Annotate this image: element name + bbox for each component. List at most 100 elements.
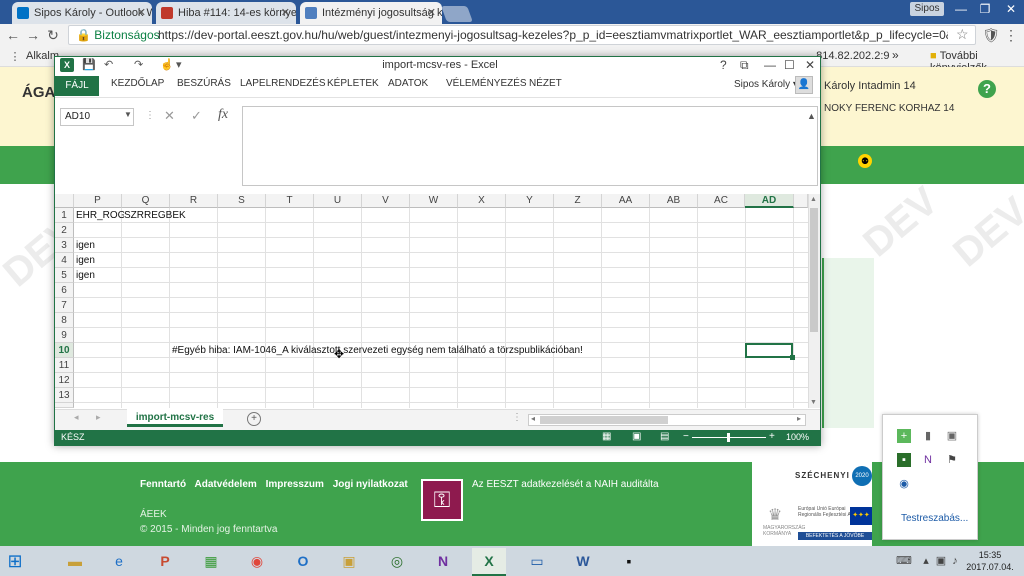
column-header[interactable]: W <box>410 194 458 208</box>
tab-file[interactable]: FÁJL <box>55 76 99 96</box>
cell-P5[interactable]: igen <box>74 268 95 283</box>
row-header[interactable]: 13 <box>55 388 74 403</box>
column-header-selected[interactable]: AD <box>745 194 794 208</box>
fill-handle[interactable] <box>790 355 795 360</box>
page-layout-view-icon[interactable]: ▣ <box>632 431 641 442</box>
outlook-taskbar-icon[interactable]: O <box>286 548 320 574</box>
row-header[interactable]: 3 <box>55 238 74 253</box>
active-cell-selection[interactable] <box>745 343 793 358</box>
excel-maximize-button[interactable]: ☐ <box>784 58 795 72</box>
cell-P4[interactable]: igen <box>74 253 95 268</box>
minimize-window-button[interactable]: — <box>948 0 974 20</box>
formula-bar-input[interactable] <box>242 106 818 186</box>
cell-Q1[interactable]: SZRREGBEK <box>122 208 186 223</box>
cell-P3[interactable]: igen <box>74 238 95 253</box>
tray-expand-icon[interactable]: ▴ <box>918 548 934 574</box>
tray-customize-link[interactable]: Testreszabás... <box>901 513 968 524</box>
column-header[interactable]: Z <box>554 194 602 208</box>
row-header[interactable]: 5 <box>55 268 74 283</box>
scroll-up-icon[interactable]: ▲ <box>810 196 817 203</box>
onenote-icon[interactable]: N <box>426 548 460 574</box>
scroll-left-icon[interactable]: ◂ <box>531 414 535 423</box>
close-icon[interactable]: ✕ <box>137 2 146 24</box>
start-button[interactable]: ⊞ <box>4 550 26 572</box>
remote-desktop-icon[interactable]: ▭ <box>520 548 554 574</box>
zoom-out-icon[interactable]: − <box>683 431 689 442</box>
tray-onenote-icon[interactable]: N <box>921 453 935 467</box>
word-icon[interactable]: W <box>566 548 600 574</box>
cell-P1[interactable]: EHR_ROGZ <box>74 208 124 223</box>
sheet-tab[interactable]: import-mcsv-res <box>127 409 223 427</box>
excel-minimize-button[interactable]: — <box>764 58 776 72</box>
zoom-level[interactable]: 100% <box>786 432 809 442</box>
zoom-in-icon[interactable]: + <box>769 431 775 442</box>
browser-tab-redmine[interactable]: Hiba #114: 14-es környe ✕ <box>156 2 296 24</box>
tab-view[interactable]: NÉZET <box>529 78 562 89</box>
bookmark-item[interactable]: ..814.82.202.2:9 <box>810 50 890 62</box>
chrome-icon[interactable]: ◉ <box>240 548 274 574</box>
column-header[interactable]: U <box>314 194 362 208</box>
tab-home[interactable]: KEZDŐLAP <box>111 78 164 89</box>
new-tab-button[interactable] <box>441 6 473 22</box>
row-header[interactable]: 4 <box>55 253 74 268</box>
help-icon[interactable]: ? <box>978 80 996 98</box>
column-header[interactable]: X <box>458 194 506 208</box>
column-header[interactable]: R <box>170 194 218 208</box>
extension-icon[interactable]: 🛡 <box>982 26 1000 44</box>
browser-tab-outlook[interactable]: Sipos Károly - Outlook W ✕ <box>12 2 152 24</box>
row-header[interactable]: 6 <box>55 283 74 298</box>
tab-insert[interactable]: BESZÚRÁS <box>177 78 231 89</box>
row-header[interactable]: 11 <box>55 358 74 373</box>
zoom-slider-handle[interactable] <box>727 433 730 442</box>
column-header[interactable]: AB <box>650 194 698 208</box>
clock[interactable]: 15:35 2017.07.04. <box>962 549 1018 573</box>
select-all-corner[interactable] <box>55 194 74 208</box>
scroll-down-icon[interactable]: ▼ <box>810 399 817 406</box>
excel-app-icon[interactable]: X <box>60 58 74 72</box>
excel-taskbar-icon[interactable]: X <box>472 548 506 576</box>
folder-taskbar-icon[interactable]: ▣ <box>332 548 366 574</box>
row-header[interactable]: 2 <box>55 223 74 238</box>
customize-qat-icon[interactable]: ▾ <box>176 58 182 71</box>
back-button[interactable]: ← <box>4 26 22 44</box>
row-header[interactable]: 8 <box>55 313 74 328</box>
column-header-partial[interactable] <box>794 194 808 208</box>
column-header[interactable]: AA <box>602 194 650 208</box>
tray-monitor-icon[interactable]: ▪ <box>897 453 911 467</box>
row-header[interactable]: 9 <box>55 328 74 343</box>
apps-icon[interactable]: ⋮ <box>6 48 24 66</box>
row-header[interactable]: 7 <box>55 298 74 313</box>
row-header[interactable]: 12 <box>55 373 74 388</box>
accessibility-icon[interactable]: ⚉ <box>858 154 872 168</box>
vertical-scroll-thumb[interactable] <box>810 208 818 332</box>
file-explorer-icon[interactable]: ▬ <box>58 548 92 574</box>
chevron-down-icon[interactable]: ▼ <box>124 110 132 119</box>
volume-icon[interactable]: ♪ <box>948 548 962 574</box>
ribbon-display-button[interactable]: ⧉ <box>740 58 749 73</box>
column-header[interactable]: T <box>266 194 314 208</box>
url-text[interactable]: https://dev-portal.eeszt.gov.hu/hu/web/g… <box>158 28 948 42</box>
redo-icon[interactable]: ↷ <box>134 58 143 71</box>
add-sheet-icon[interactable]: + <box>247 412 261 426</box>
avatar[interactable]: 👤 <box>795 76 813 94</box>
footer-link-fenntarto[interactable]: Fenntartó <box>140 479 186 490</box>
account-name[interactable]: Sipos Károly ▾ <box>734 79 798 90</box>
bookmark-star-icon[interactable]: ☆ <box>956 26 969 43</box>
horizontal-scroll-thumb[interactable] <box>540 416 668 424</box>
column-header[interactable]: S <box>218 194 266 208</box>
tray-device-icon[interactable]: ▣ <box>945 429 959 443</box>
powerpoint-icon[interactable]: P <box>148 548 182 574</box>
normal-view-icon[interactable]: ▦ <box>602 431 611 442</box>
name-box[interactable]: AD10 <box>60 108 134 126</box>
flag-icon[interactable]: ⚑ <box>945 453 959 467</box>
close-icon[interactable]: ✕ <box>427 2 436 24</box>
footer-link-jogi[interactable]: Jogi nyilatkozat <box>333 479 408 490</box>
row-header[interactable]: 1 <box>55 208 74 223</box>
insert-function-icon[interactable]: fx <box>218 107 228 123</box>
scroll-right-icon[interactable]: ▸ <box>797 414 801 423</box>
row-header-partial[interactable] <box>55 403 74 408</box>
sticky-app-icon[interactable]: ▦ <box>194 548 228 574</box>
browser-tab-portal[interactable]: Intézményi jogosultság k ✕ <box>300 2 442 24</box>
row-header-selected[interactable]: 10 <box>55 343 74 358</box>
menu-icon[interactable]: ⋮ <box>1002 26 1020 44</box>
